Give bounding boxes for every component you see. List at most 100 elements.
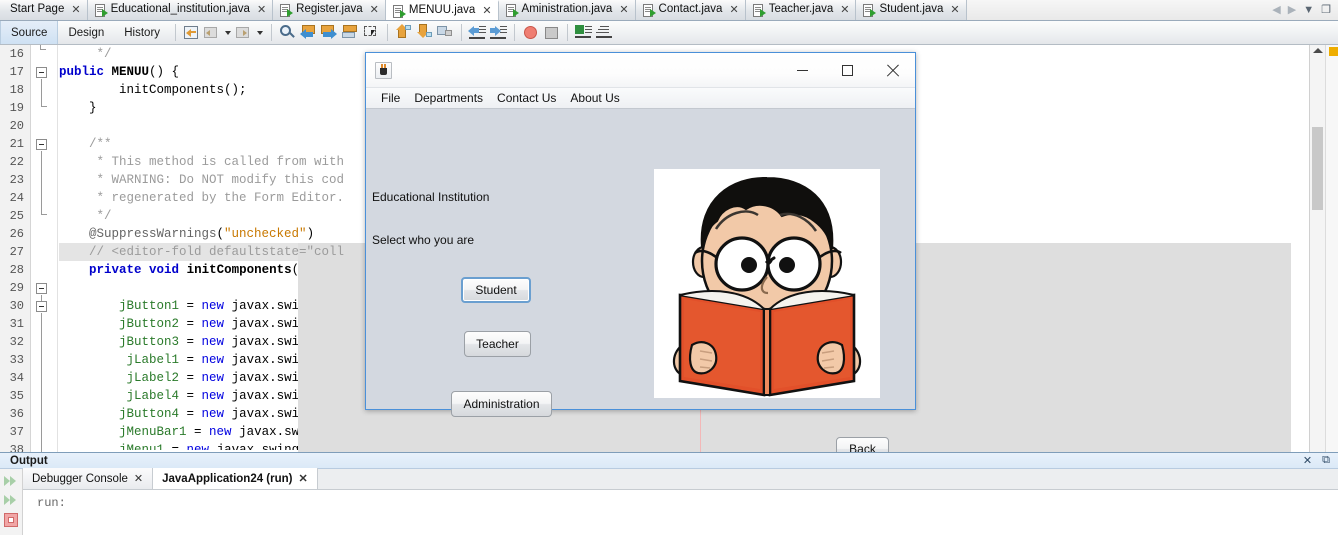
maximize-window-icon[interactable]: ❐	[1321, 4, 1331, 16]
shift-right-icon[interactable]	[489, 23, 508, 42]
next-error-icon[interactable]	[415, 23, 434, 42]
stop-icon[interactable]	[4, 513, 18, 527]
tab-close-icon[interactable]: ✕	[729, 4, 738, 16]
toggle-rectangular-selection-icon[interactable]	[362, 23, 381, 42]
fold-toggle-icon[interactable]	[36, 301, 47, 312]
tab-bar-filler	[967, 0, 1269, 20]
student-button[interactable]: Student	[461, 277, 531, 303]
fold-toggle-icon[interactable]	[36, 283, 47, 294]
chevron-down-icon[interactable]: ▼	[1303, 4, 1314, 16]
tab-close-icon[interactable]: ✕	[299, 472, 308, 485]
line-number: 35	[9, 389, 24, 403]
line-number: 32	[9, 335, 24, 349]
code-line: * This method is called from with	[59, 155, 345, 169]
tab-close-icon[interactable]: ✕	[950, 4, 959, 16]
fold-toggle-icon[interactable]	[36, 67, 47, 78]
line-number: 16	[9, 47, 24, 61]
teacher-button[interactable]: Teacher	[464, 331, 531, 357]
last-edit-icon[interactable]	[182, 23, 201, 42]
back-dropdown-icon[interactable]	[224, 23, 233, 42]
code-line: */	[59, 47, 112, 61]
minimize-icon[interactable]	[780, 53, 825, 88]
scroll-right-icon[interactable]: ▶	[1288, 4, 1296, 16]
toolbar-separator	[271, 24, 273, 41]
close-icon[interactable]	[870, 53, 915, 88]
tab-student-java[interactable]: Student.java ✕	[856, 0, 967, 20]
shift-left-icon[interactable]	[468, 23, 487, 42]
tab-close-icon[interactable]: ✕	[134, 472, 143, 485]
tab-contact-java[interactable]: Contact.java ✕	[635, 0, 746, 20]
view-mode-source[interactable]: Source	[0, 21, 59, 44]
line-number: 19	[9, 101, 24, 115]
output-tab-debugger-console[interactable]: Debugger Console ✕	[23, 468, 154, 489]
java-file-icon	[752, 3, 766, 17]
fold-toggle-icon[interactable]	[36, 139, 47, 150]
tab-close-icon[interactable]: ✕	[370, 4, 379, 16]
line-number-gutter: 16 17 18 19 20 21 22 23 24 25 26 27 28 2…	[0, 45, 31, 452]
toolbar-separator	[175, 24, 177, 41]
toggle-breakpoint-icon[interactable]	[436, 23, 455, 42]
tab-close-icon[interactable]: ✕	[71, 4, 80, 16]
tab-close-icon[interactable]: ✕	[482, 5, 491, 17]
start-macro-recording-icon[interactable]	[521, 23, 540, 42]
tab-label: Teacher.java	[768, 3, 834, 16]
code-folding-column[interactable]	[32, 45, 58, 452]
line-number: 25	[9, 209, 24, 223]
menu-item-about-us[interactable]: About Us	[563, 92, 626, 104]
toolbar-separator	[461, 24, 463, 41]
scroll-up-icon[interactable]	[1313, 48, 1323, 53]
code-line: * WARNING: Do NOT modify this cod	[59, 173, 345, 187]
tab-menuu-java[interactable]: MENUU.java ✕	[385, 0, 499, 20]
illustration-svg	[654, 169, 880, 398]
find-selection-icon[interactable]	[278, 23, 297, 42]
java-file-icon	[863, 3, 877, 17]
editor-vertical-scrollbar[interactable]	[1309, 45, 1338, 452]
previous-error-icon[interactable]	[394, 23, 413, 42]
java-file-icon	[642, 3, 656, 17]
toolbar-separator	[514, 24, 516, 41]
tab-educational-institution-java[interactable]: Educational_institution.java ✕	[87, 0, 274, 20]
forward-dropdown-icon[interactable]	[256, 23, 265, 42]
tab-close-icon[interactable]: ✕	[619, 4, 628, 16]
scrollbar-thumb[interactable]	[1312, 127, 1323, 210]
stop-macro-recording-icon[interactable]	[542, 23, 561, 42]
java-file-icon	[505, 3, 519, 17]
window-title-bar[interactable]	[366, 53, 915, 88]
step-over-icon[interactable]	[3, 474, 20, 489]
uncomment-icon[interactable]	[595, 23, 614, 42]
view-mode-history[interactable]: History	[114, 21, 170, 44]
toggle-bookmark-icon[interactable]	[341, 23, 360, 42]
output-side-toolbar	[0, 469, 23, 535]
code-line: * regenerated by the Form Editor.	[59, 191, 345, 205]
menu-item-departments[interactable]: Departments	[407, 92, 490, 104]
menu-item-contact-us[interactable]: Contact Us	[490, 92, 563, 104]
view-mode-design[interactable]: Design	[58, 21, 114, 44]
back-icon[interactable]	[203, 23, 222, 42]
output-console-text[interactable]: run:	[23, 490, 1338, 535]
comment-icon[interactable]	[574, 23, 593, 42]
scroll-left-icon[interactable]: ◀	[1272, 4, 1280, 16]
continue-icon[interactable]	[3, 493, 20, 508]
java-file-icon	[280, 3, 294, 17]
output-tab-javaapplication24-run[interactable]: JavaApplication24 (run) ✕	[153, 468, 318, 489]
tab-label: Start Page	[10, 3, 65, 16]
close-icon[interactable]: ✕	[1303, 454, 1312, 467]
previous-bookmark-icon[interactable]	[299, 23, 318, 42]
java-file-icon	[94, 3, 108, 17]
tab-aministration-java[interactable]: Aministration.java ✕	[498, 0, 636, 20]
next-bookmark-icon[interactable]	[320, 23, 339, 42]
maximize-icon[interactable]: ⧉	[1322, 454, 1330, 467]
menu-item-file[interactable]: File	[374, 92, 407, 104]
tab-close-icon[interactable]: ✕	[840, 4, 849, 16]
tab-register-java[interactable]: Register.java ✕	[273, 0, 386, 20]
warning-marker-icon[interactable]	[1329, 47, 1338, 56]
java-swing-application-window[interactable]: File Departments Contact Us About Us Edu…	[365, 52, 916, 461]
tab-start-page[interactable]: Start Page ✕	[0, 0, 88, 20]
maximize-icon[interactable]	[825, 53, 870, 88]
administration-button[interactable]: Administration	[451, 391, 552, 417]
tab-close-icon[interactable]: ✕	[257, 4, 266, 16]
code-line: @SuppressWarnings("unchecked")	[59, 227, 315, 241]
tab-teacher-java[interactable]: Teacher.java ✕	[745, 0, 857, 20]
forward-icon[interactable]	[235, 23, 254, 42]
toolbar-separator	[387, 24, 389, 41]
